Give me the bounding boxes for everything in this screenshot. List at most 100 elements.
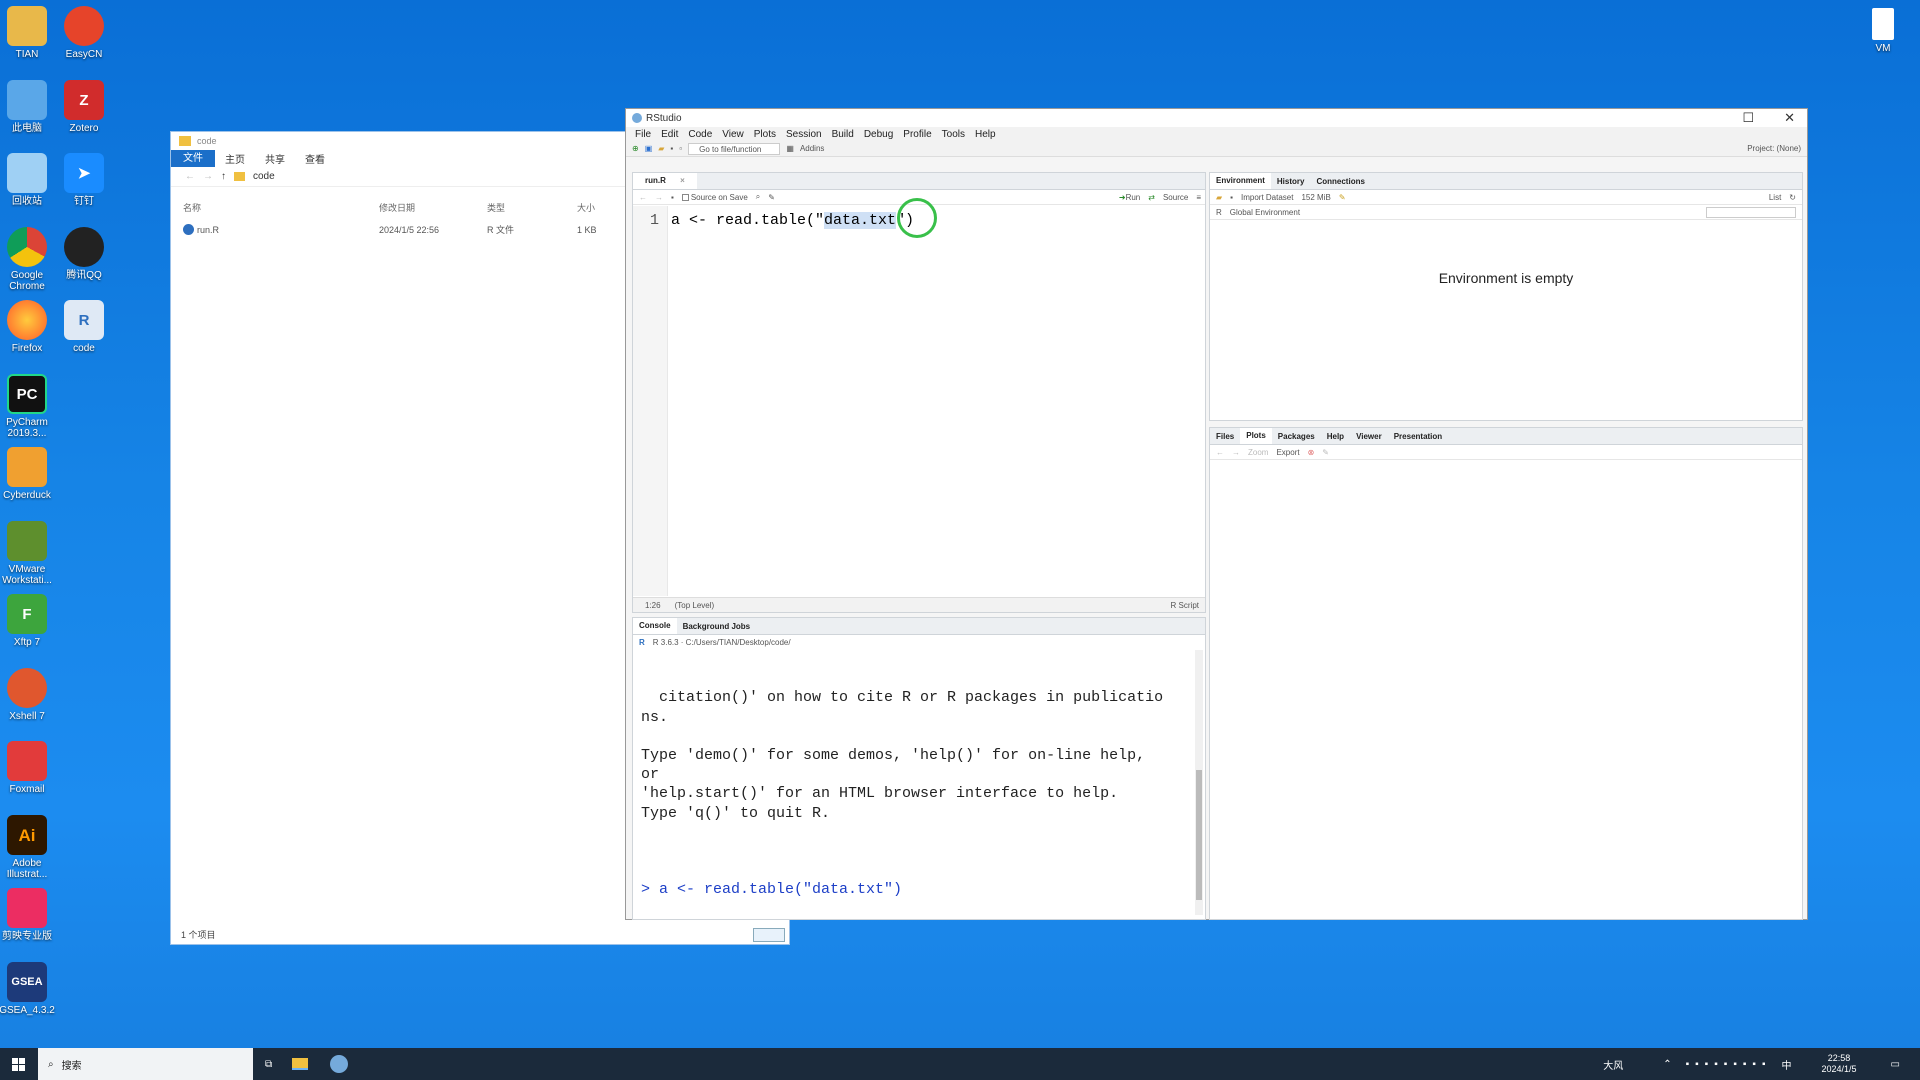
tab-packages[interactable]: Packages bbox=[1272, 432, 1321, 441]
tab-run-r[interactable]: run.R × bbox=[633, 173, 697, 189]
source-button[interactable]: Source bbox=[1163, 193, 1188, 202]
forward-icon[interactable]: → bbox=[655, 193, 663, 202]
menu-file[interactable]: File bbox=[630, 129, 656, 140]
new-project-icon[interactable]: ▣ bbox=[645, 144, 653, 153]
grid-icon[interactable]: ▦ bbox=[786, 144, 794, 153]
menu-plots[interactable]: Plots bbox=[749, 129, 781, 140]
taskbar-search[interactable]: ⌕ 搜索 bbox=[38, 1048, 253, 1080]
desktop-icon-code[interactable]: Rcode bbox=[52, 300, 116, 354]
desktop-icon-zotero[interactable]: Z Zotero bbox=[52, 80, 116, 134]
code-line[interactable]: a <- read.table("data.txt") bbox=[668, 206, 1205, 596]
new-file-icon[interactable]: ⊕ bbox=[632, 144, 639, 153]
desktop-icon-qq[interactable]: 腾讯QQ bbox=[52, 227, 116, 281]
scope-selector[interactable]: (Top Level) bbox=[675, 601, 715, 610]
tab-background-jobs[interactable]: Background Jobs bbox=[677, 622, 757, 631]
clock[interactable]: 22:58 2024/1/5 bbox=[1822, 1053, 1857, 1075]
desktop-icon-illustrator[interactable]: Ai Adobe Illustrat... bbox=[0, 815, 59, 880]
task-view-icon[interactable]: ⧉ bbox=[265, 1059, 272, 1070]
rstudio-taskbar-icon[interactable] bbox=[330, 1055, 349, 1073]
tab-connections[interactable]: Connections bbox=[1310, 177, 1370, 186]
file-explorer-taskbar-icon[interactable] bbox=[292, 1058, 309, 1070]
tab-plots[interactable]: Plots bbox=[1240, 428, 1272, 444]
memory-usage[interactable]: 152 MiB bbox=[1301, 193, 1330, 202]
menu-code[interactable]: Code bbox=[683, 129, 717, 140]
print-icon[interactable]: ▫ bbox=[679, 144, 682, 153]
desktop-icon-pycharm[interactable]: PC PyCharm 2019.3... bbox=[0, 374, 59, 439]
menu-profile[interactable]: Profile bbox=[898, 129, 936, 140]
close-tab-icon[interactable]: × bbox=[674, 176, 691, 185]
tab-help[interactable]: Help bbox=[1321, 432, 1350, 441]
menu-build[interactable]: Build bbox=[827, 129, 859, 140]
view-toggle[interactable] bbox=[753, 928, 785, 942]
save-workspace-icon[interactable]: ▪ bbox=[1230, 193, 1233, 202]
forward-icon[interactable]: → bbox=[1232, 448, 1240, 457]
ribbon-tab-home[interactable]: 主页 bbox=[215, 151, 255, 166]
back-icon[interactable]: ← bbox=[639, 193, 647, 202]
console-output[interactable]: citation()' on how to cite R or R packag… bbox=[641, 650, 1191, 919]
global-environment-selector[interactable]: Global Environment bbox=[1230, 208, 1300, 217]
broom-icon[interactable]: ✎ bbox=[1339, 193, 1346, 202]
refresh-icon[interactable]: ↻ bbox=[1789, 193, 1802, 202]
windows-start-icon[interactable] bbox=[12, 1058, 25, 1071]
open-folder-icon[interactable]: ▰ bbox=[658, 144, 664, 153]
back-arrow-icon[interactable]: ← bbox=[185, 171, 195, 182]
language-selector[interactable]: R bbox=[1216, 208, 1222, 217]
export-button[interactable]: Export bbox=[1276, 448, 1299, 457]
menu-view[interactable]: View bbox=[717, 129, 749, 140]
outline-icon[interactable]: ≡ bbox=[1196, 193, 1205, 202]
maximize-icon[interactable]: ☐ bbox=[1742, 110, 1754, 126]
filetype-selector[interactable]: R Script bbox=[1171, 601, 1205, 610]
desktop-icon-this-pc[interactable]: 此电脑 bbox=[0, 80, 59, 134]
tab-presentation[interactable]: Presentation bbox=[1388, 432, 1448, 441]
ribbon-tab-file[interactable]: 文件 bbox=[171, 150, 215, 167]
save-icon[interactable]: ▪ bbox=[671, 193, 674, 202]
tab-console[interactable]: Console bbox=[633, 618, 677, 634]
menu-session[interactable]: Session bbox=[781, 129, 827, 140]
search-icon[interactable]: ⌕ bbox=[756, 192, 760, 202]
menu-edit[interactable]: Edit bbox=[656, 129, 683, 140]
rerun-icon[interactable]: ⇄ bbox=[1148, 193, 1155, 202]
desktop-icon-tian[interactable]: TIAN bbox=[0, 6, 59, 60]
zoom-button[interactable]: Zoom bbox=[1248, 448, 1268, 457]
desktop-icon-gsea[interactable]: GSEA GSEA_4.3.2 bbox=[0, 962, 59, 1016]
menu-help[interactable]: Help bbox=[970, 129, 1001, 140]
menu-debug[interactable]: Debug bbox=[859, 129, 898, 140]
col-date[interactable]: 修改日期 bbox=[379, 201, 487, 214]
desktop-icon-chrome[interactable]: Google Chrome bbox=[0, 227, 59, 292]
ime-indicator[interactable]: 中 bbox=[1782, 1057, 1792, 1072]
desktop-icon-vm[interactable]: VM bbox=[1851, 8, 1915, 54]
addins-menu[interactable]: Addins bbox=[800, 144, 824, 153]
desktop-icon-cyberduck[interactable]: Cyberduck bbox=[0, 447, 59, 501]
desktop-icon-foxmail[interactable]: Foxmail bbox=[0, 741, 59, 795]
tab-environment[interactable]: Environment bbox=[1210, 173, 1271, 189]
load-workspace-icon[interactable]: ▰ bbox=[1216, 193, 1222, 202]
desktop-icon-recycle-bin[interactable]: 回收站 bbox=[0, 153, 59, 207]
desktop-icon-jianying[interactable]: 剪映专业版 bbox=[0, 888, 59, 942]
run-button[interactable]: ➜Run bbox=[1119, 193, 1140, 202]
console-working-dir[interactable]: R 3.6.3 · C:/Users/TIAN/Desktop/code/ bbox=[653, 638, 791, 647]
tray-chevron-icon[interactable]: ⌃ bbox=[1663, 1059, 1671, 1070]
remove-plot-icon[interactable]: ⊗ bbox=[1308, 448, 1315, 457]
desktop-icon-xshell[interactable]: Xshell 7 bbox=[0, 668, 59, 722]
col-size[interactable]: 大小 bbox=[577, 201, 595, 214]
console-scrollbar[interactable] bbox=[1195, 650, 1203, 915]
wand-icon[interactable]: ✎ bbox=[768, 193, 775, 202]
tab-viewer[interactable]: Viewer bbox=[1350, 432, 1388, 441]
menu-tools[interactable]: Tools bbox=[937, 129, 970, 140]
save-icon[interactable]: ▪ bbox=[670, 144, 673, 153]
notification-icon[interactable]: ▭ bbox=[1891, 1059, 1900, 1070]
environment-search-input[interactable] bbox=[1706, 206, 1796, 218]
code-editor[interactable]: 1 a <- read.table("data.txt") bbox=[633, 206, 1205, 596]
list-view-button[interactable]: List bbox=[1769, 193, 1781, 202]
weather-widget[interactable]: 大风 bbox=[1603, 1057, 1623, 1072]
desktop-icon-dingtalk[interactable]: ➤ 钉钉 bbox=[52, 153, 116, 207]
desktop-icon-vmware[interactable]: VMware Workstati... bbox=[0, 521, 59, 586]
up-arrow-icon[interactable]: ↑ bbox=[221, 171, 226, 182]
desktop-icon-firefox[interactable]: Firefox bbox=[0, 300, 59, 354]
ribbon-tab-view[interactable]: 查看 bbox=[295, 151, 335, 166]
source-on-save-checkbox[interactable]: Source on Save bbox=[681, 193, 748, 202]
forward-arrow-icon[interactable]: → bbox=[203, 171, 213, 182]
ribbon-tab-share[interactable]: 共享 bbox=[255, 151, 295, 166]
project-menu[interactable]: Project: (None) bbox=[1747, 144, 1807, 153]
back-icon[interactable]: ← bbox=[1216, 448, 1224, 457]
